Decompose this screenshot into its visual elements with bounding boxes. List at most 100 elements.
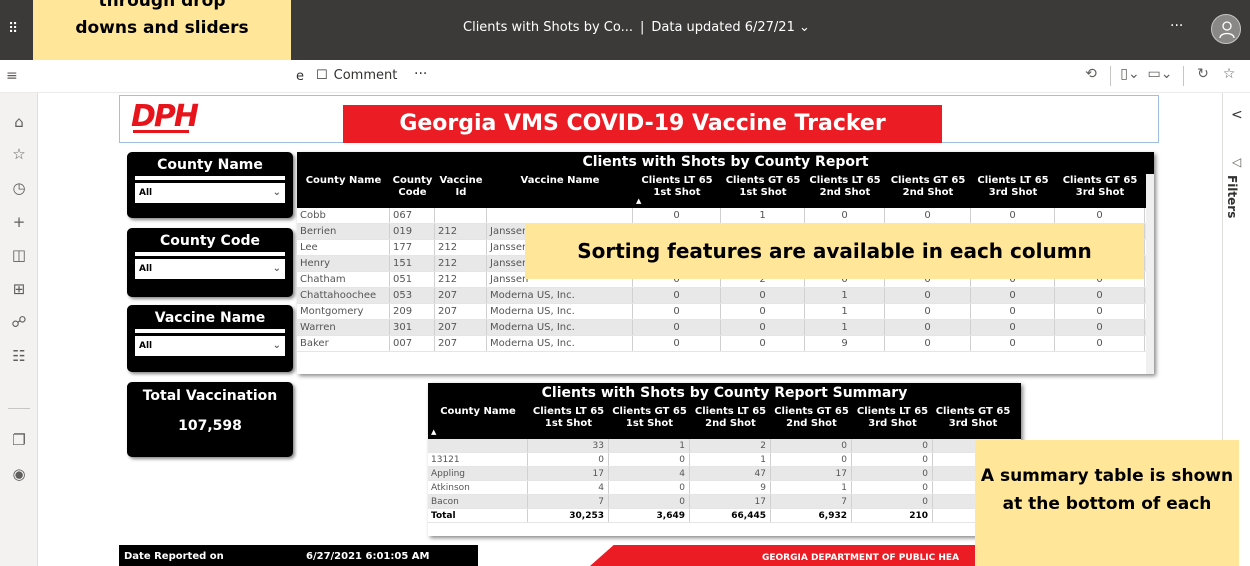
total-row[interactable]: Total 30,253 3,649 66,445 6,932 210 bbox=[428, 509, 1021, 523]
col-header[interactable]: County Code bbox=[390, 172, 435, 208]
table-cell: 0 bbox=[971, 304, 1055, 319]
col-header[interactable]: Clients GT 65 3rd Shot bbox=[933, 403, 1013, 439]
table-cell: 66,445 bbox=[690, 509, 771, 522]
table-cell: 0 bbox=[805, 208, 885, 223]
table-cell: 0 bbox=[633, 208, 721, 223]
table-cell: 7 bbox=[528, 495, 609, 508]
table-cell: 17 bbox=[690, 495, 771, 508]
edit-menu-fragment[interactable]: e bbox=[296, 69, 304, 84]
refresh-icon[interactable]: ↻ bbox=[1190, 66, 1216, 86]
favorites-icon[interactable]: ☆ bbox=[9, 145, 29, 165]
col-label: Clients GT 65 3rd Shot bbox=[1062, 175, 1138, 198]
col-header[interactable]: Clients GT 65 2nd Shot bbox=[885, 172, 971, 208]
table-cell: 207 bbox=[435, 288, 487, 303]
footer-date-bar: Date Reported on 6/27/2021 6:01:05 AM bbox=[119, 545, 478, 566]
workspaces-icon[interactable]: ❐ bbox=[9, 431, 29, 451]
table-row[interactable]: Appling 17 4 47 17 0 bbox=[428, 467, 1021, 481]
table-cell: 0 bbox=[1055, 304, 1145, 319]
comment-label: Comment bbox=[333, 68, 398, 83]
table-cell: Moderna US, Inc. bbox=[487, 320, 633, 335]
recent-icon[interactable]: ◷ bbox=[9, 179, 29, 199]
home-icon[interactable]: ⌂ bbox=[9, 113, 29, 133]
more-options-icon[interactable]: ··· bbox=[1170, 18, 1183, 34]
col-header[interactable]: Clients LT 65 1st Shot ▲ bbox=[633, 172, 721, 208]
create-icon[interactable]: + bbox=[9, 213, 29, 233]
shared-icon[interactable]: ☍ bbox=[9, 313, 29, 333]
comment-button[interactable]: ☐ Comment bbox=[316, 68, 397, 83]
hamburger-menu-icon[interactable]: ≡ bbox=[6, 68, 18, 84]
footer-org-bar: GEORGIA DEPARTMENT OF PUBLIC HEA bbox=[590, 545, 985, 566]
more-actions-icon[interactable]: ··· bbox=[414, 66, 427, 82]
comment-icon: ☐ bbox=[316, 68, 328, 83]
table-cell: 212 bbox=[435, 240, 487, 255]
chevron-left-icon[interactable]: < bbox=[1231, 107, 1243, 123]
col-header[interactable]: Clients GT 65 1st Shot bbox=[609, 403, 690, 439]
sort-ascending-icon[interactable]: ▲ bbox=[431, 426, 436, 438]
table-row[interactable]: Chattahoochee 053 207 Moderna US, Inc. 0 0 1 0 0… bbox=[297, 288, 1154, 304]
col-label: Vaccine Name bbox=[520, 175, 600, 186]
county-name-dropdown[interactable]: All ⌄ bbox=[135, 183, 285, 203]
summary-body: 33 1 2 0 0 13121 0 0 1 0 0 Appling 17 4 47 17 0 Atkinson 4… bbox=[428, 439, 1021, 523]
col-header[interactable]: Clients LT 65 3rd Shot bbox=[971, 172, 1055, 208]
table-cell: 207 bbox=[435, 320, 487, 335]
table-cell: 9 bbox=[805, 336, 885, 351]
table-cell: 30,253 bbox=[528, 509, 609, 522]
table-cell: 177 bbox=[390, 240, 435, 255]
table-row[interactable]: Baker 007 207 Moderna US, Inc. 0 0 9 0 0 0 bbox=[297, 336, 1154, 352]
table-row[interactable]: Cobb 067 0 1 0 0 0 0 bbox=[297, 208, 1154, 224]
table-row[interactable]: 33 1 2 0 0 bbox=[428, 439, 1021, 453]
left-navigation: ⌂ ☆ ◷ + ◫ ⊞ ☍ ☷ ❐ ◉ bbox=[0, 93, 38, 566]
my-workspace-icon[interactable]: ◉ bbox=[9, 465, 29, 485]
col-header[interactable]: County Name bbox=[297, 172, 390, 208]
vertical-scrollbar[interactable] bbox=[1146, 174, 1154, 374]
apps-icon[interactable]: ⊞ bbox=[9, 280, 29, 300]
filters-label: Filters bbox=[1225, 175, 1239, 219]
col-label: Clients LT 65 2nd Shot bbox=[809, 175, 881, 198]
filter-icon: ◁ bbox=[1232, 155, 1242, 169]
report-title[interactable]: Clients with Shots by Co... | Data updated… bbox=[463, 20, 810, 35]
col-header[interactable]: Vaccine Name bbox=[487, 172, 633, 208]
col-header[interactable]: Clients LT 65 1st Shot bbox=[528, 403, 609, 439]
col-label: County Name bbox=[440, 406, 516, 417]
table-cell: 0 bbox=[528, 453, 609, 466]
col-header[interactable]: Clients LT 65 2nd Shot bbox=[690, 403, 771, 439]
col-header[interactable]: Clients LT 65 2nd Shot bbox=[805, 172, 885, 208]
table-row[interactable]: 13121 0 0 1 0 0 bbox=[428, 453, 1021, 467]
slicer-bar bbox=[135, 329, 285, 333]
reset-icon[interactable]: ⟲ bbox=[1078, 66, 1104, 86]
table-cell: Warren bbox=[297, 320, 390, 335]
col-header[interactable]: Clients LT 65 3rd Shot bbox=[852, 403, 933, 439]
view-icon[interactable]: ▭⌄ bbox=[1143, 66, 1177, 86]
table-row[interactable]: Montgomery 209 207 Moderna US, Inc. 0 0 1 0 0 0 bbox=[297, 304, 1154, 320]
col-label: Clients GT 65 1st Shot bbox=[612, 406, 687, 429]
col-header[interactable]: Clients GT 65 1st Shot bbox=[721, 172, 805, 208]
summary-title: Clients with Shots by County Report Summ… bbox=[428, 383, 1021, 403]
datasets-icon[interactable]: ◫ bbox=[9, 246, 29, 266]
chevron-down-icon[interactable]: ⌄ bbox=[799, 20, 810, 35]
app-launcher-icon[interactable]: ⠿ bbox=[8, 22, 22, 36]
favorite-star-icon[interactable]: ☆ bbox=[1216, 66, 1242, 86]
sort-ascending-icon[interactable]: ▲ bbox=[636, 195, 641, 207]
col-header[interactable]: County Name ▲ bbox=[428, 403, 528, 439]
table-row[interactable]: Warren 301 207 Moderna US, Inc. 0 0 1 0 0 0 bbox=[297, 320, 1154, 336]
table-cell: 47 bbox=[690, 467, 771, 480]
col-header[interactable]: Clients GT 65 2nd Shot bbox=[771, 403, 852, 439]
table-cell: 051 bbox=[390, 272, 435, 287]
card-title: Total Vaccination bbox=[142, 388, 278, 404]
vaccine-name-dropdown[interactable]: All ⌄ bbox=[135, 336, 285, 356]
col-header[interactable]: Clients GT 65 3rd Shot bbox=[1055, 172, 1145, 208]
col-header[interactable]: Vaccine Id bbox=[435, 172, 487, 208]
logo-underline bbox=[133, 130, 189, 133]
table-row[interactable]: Bacon 7 0 17 7 0 bbox=[428, 495, 1021, 509]
callout-sorting: Sorting features are available in each c… bbox=[525, 223, 1144, 279]
slicer-title: County Name bbox=[157, 157, 263, 173]
table-cell: 17 bbox=[771, 467, 852, 480]
total-vaccination-card: Total Vaccination 107,598 bbox=[127, 382, 293, 457]
bookmark-icon[interactable]: ▯⌄ bbox=[1117, 66, 1143, 86]
table-cell: 0 bbox=[721, 304, 805, 319]
col-label: Clients LT 65 1st Shot bbox=[641, 175, 713, 198]
learn-icon[interactable]: ☷ bbox=[9, 347, 29, 367]
table-row[interactable]: Atkinson 4 0 9 1 0 bbox=[428, 481, 1021, 495]
avatar[interactable] bbox=[1211, 14, 1241, 44]
county-code-dropdown[interactable]: All ⌄ bbox=[135, 259, 285, 279]
